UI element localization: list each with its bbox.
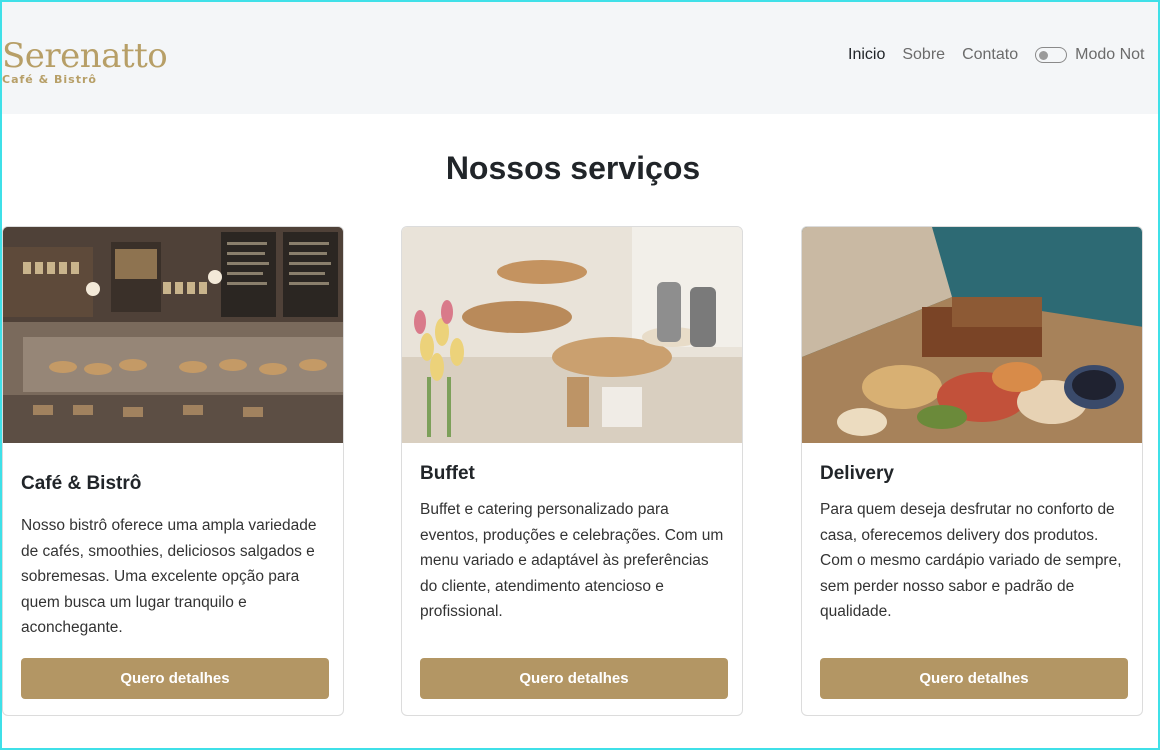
section-title: Nossos serviços	[445, 150, 701, 186]
details-button-buffet[interactable]: Quero detalhes	[420, 658, 728, 699]
toggle-label: Modo Not	[1075, 46, 1145, 63]
toggle-switch[interactable]	[1035, 47, 1068, 63]
card-text: Para quem deseja desfrutar no conforto d…	[820, 501, 1122, 620]
card-text: Nosso bistrô oferece uma ampla variedade…	[21, 517, 317, 636]
card-text: Buffet e catering personalizado para eve…	[420, 501, 724, 620]
card-title: Delivery	[820, 463, 894, 484]
main-nav: Inicio Sobre Contato Modo Not	[848, 46, 1144, 64]
details-button-delivery[interactable]: Quero detalhes	[820, 658, 1128, 699]
brand-name: Serenatto	[2, 36, 168, 76]
buffet-table-photo	[402, 227, 742, 443]
service-card-buffet: Buffet Buffet e catering personalizado p…	[401, 226, 743, 716]
nav-link-contato[interactable]: Contato	[962, 46, 1018, 64]
card-title: Café & Bistrô	[21, 473, 142, 494]
service-card-delivery: Delivery Para quem deseja desfrutar no c…	[801, 226, 1143, 716]
service-card-cafe: Café & Bistrô Nosso bistrô oferece uma a…	[2, 226, 344, 716]
dark-mode-toggle[interactable]: Modo Not	[1035, 46, 1144, 64]
details-button-cafe[interactable]: Quero detalhes	[21, 658, 329, 699]
nav-link-sobre[interactable]: Sobre	[902, 46, 945, 64]
cafe-counter-photo	[3, 227, 343, 443]
delivery-box-photo	[802, 227, 1142, 443]
card-title: Buffet	[420, 463, 475, 484]
nav-link-inicio[interactable]: Inicio	[848, 46, 885, 64]
site-header: Serenatto Café & Bistrô Inicio Sobre Con…	[2, 2, 1158, 114]
toggle-knob	[1039, 50, 1049, 60]
brand-logo[interactable]: Serenatto Café & Bistrô	[2, 36, 168, 86]
